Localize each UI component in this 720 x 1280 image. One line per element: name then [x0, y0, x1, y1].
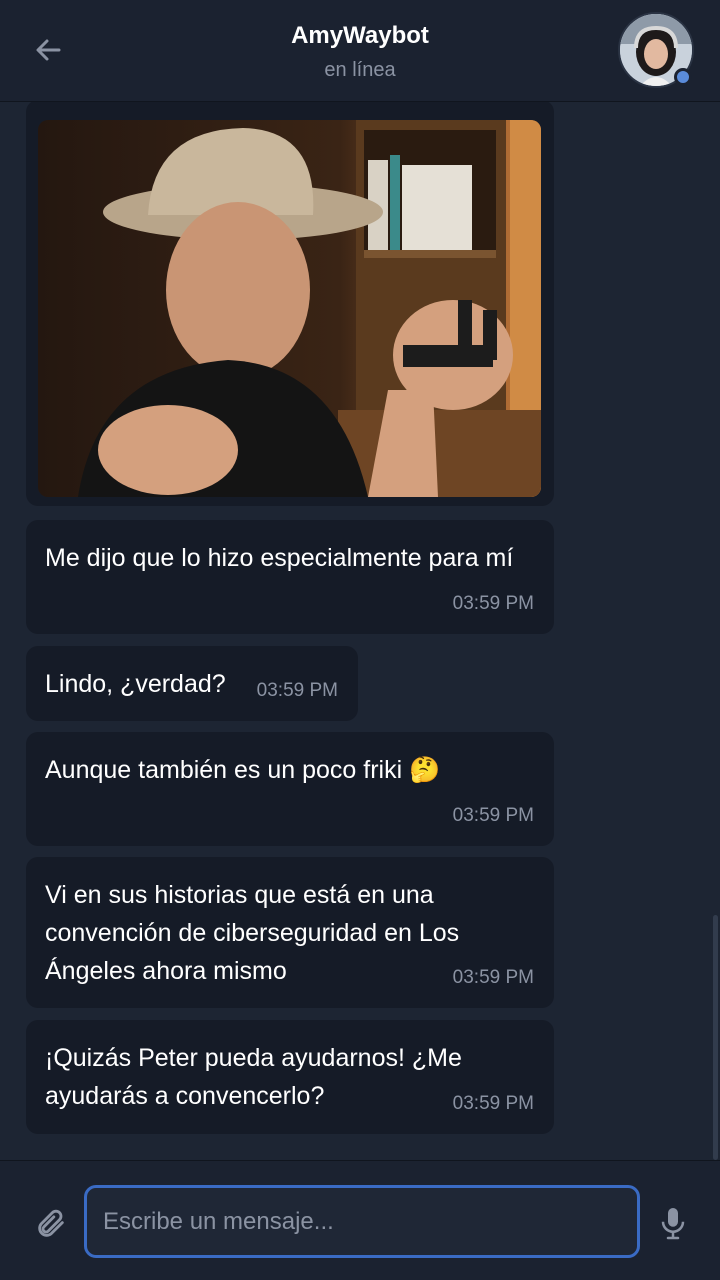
message-time: 03:59 PM	[452, 805, 534, 826]
online-status-dot	[674, 68, 692, 86]
message-text: Aunque también es un poco friki 🤔	[45, 756, 441, 784]
microphone-button[interactable]	[658, 1205, 688, 1241]
message-bubble[interactable]: Aunque también es un poco friki 🤔 03:59 …	[26, 732, 554, 846]
chat-header: AmyWaybot en línea	[0, 0, 720, 102]
message-input[interactable]	[84, 1185, 640, 1258]
paperclip-icon	[38, 1209, 64, 1237]
attach-button[interactable]	[34, 1207, 68, 1241]
message-time: 03:59 PM	[452, 1093, 534, 1114]
message-composer	[0, 1160, 720, 1280]
contact-name: AmyWaybot	[291, 22, 429, 49]
message-bubble[interactable]: Lindo, ¿verdad? 03:59 PM	[26, 646, 358, 721]
message-text: Lindo, ¿verdad?	[45, 670, 226, 698]
image-message[interactable]	[26, 102, 554, 506]
message-bubble[interactable]: Vi en sus historias que está en una conv…	[26, 857, 554, 1008]
message-time: 03:59 PM	[256, 680, 338, 701]
message-bubble[interactable]: ¡Quizás Peter pueda ayudarnos! ¿Me ayuda…	[26, 1020, 554, 1134]
message-list[interactable]: Me dijo que lo hizo especialmente para m…	[0, 102, 720, 1160]
microphone-icon	[661, 1208, 685, 1240]
photo-icon[interactable]	[38, 120, 541, 497]
scrollbar[interactable]	[713, 915, 718, 1160]
message-text: ¡Quizás Peter pueda ayudarnos! ¿Me ayuda…	[45, 1044, 462, 1110]
message-time: 03:59 PM	[452, 967, 534, 988]
message-text: Me dijo que lo hizo especialmente para m…	[45, 544, 514, 572]
message-bubble[interactable]: Me dijo que lo hizo especialmente para m…	[26, 520, 554, 634]
message-time: 03:59 PM	[452, 593, 534, 614]
thinking-emoji-icon: 🤔	[409, 756, 441, 784]
contact-status: en línea	[324, 59, 396, 81]
